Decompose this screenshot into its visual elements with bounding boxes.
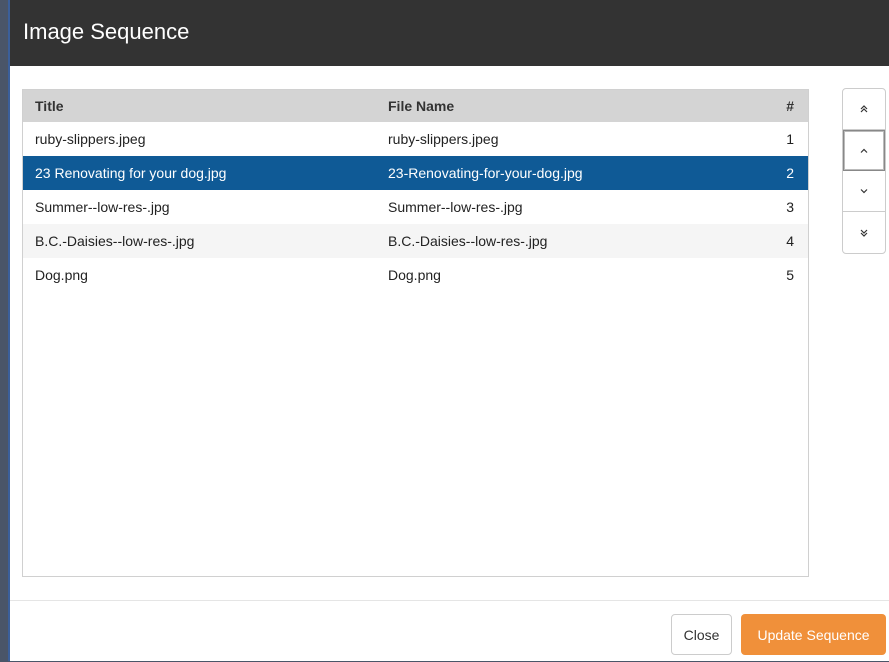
column-header-file-name[interactable]: File Name — [388, 90, 454, 122]
chevron-down-icon — [859, 186, 869, 196]
row-file-name: B.C.-Daisies--low-res-.jpg — [388, 233, 548, 249]
chevron-up-icon — [859, 146, 869, 156]
move-to-bottom-button[interactable] — [843, 212, 885, 253]
double-chevron-up-icon — [859, 104, 869, 114]
row-title: B.C.-Daisies--low-res-.jpg — [35, 233, 195, 249]
table-header: Title File Name # — [23, 90, 808, 122]
row-number: 1 — [786, 131, 794, 147]
column-header-title[interactable]: Title — [35, 90, 64, 122]
row-number: 2 — [786, 165, 794, 181]
table-row[interactable]: B.C.-Daisies--low-res-.jpg B.C.-Daisies-… — [23, 224, 808, 258]
row-number: 4 — [786, 233, 794, 249]
row-file-name: ruby-slippers.jpeg — [388, 131, 499, 147]
row-title: Dog.png — [35, 267, 88, 283]
row-number: 5 — [786, 267, 794, 283]
dialog-footer: Close Update Sequence — [10, 600, 889, 662]
double-chevron-down-icon — [859, 228, 869, 238]
move-down-button[interactable] — [843, 171, 885, 212]
dialog-titlebar: Image Sequence — [10, 0, 889, 66]
row-file-name: Dog.png — [388, 267, 441, 283]
update-sequence-button[interactable]: Update Sequence — [741, 614, 886, 655]
column-header-number[interactable]: # — [786, 90, 794, 122]
table-row[interactable]: Summer--low-res-.jpg Summer--low-res-.jp… — [23, 190, 808, 224]
row-file-name: 23-Renovating-for-your-dog.jpg — [388, 165, 583, 181]
image-table: Title File Name # ruby-slippers.jpeg rub… — [22, 89, 809, 577]
image-sequence-dialog: Image Sequence Title File Name # ruby-sl… — [8, 0, 889, 661]
row-title: 23 Renovating for your dog.jpg — [35, 165, 227, 181]
row-file-name: Summer--low-res-.jpg — [388, 199, 523, 215]
row-title: Summer--low-res-.jpg — [35, 199, 170, 215]
table-row-selected[interactable]: 23 Renovating for your dog.jpg 23-Renova… — [23, 156, 808, 190]
move-up-button[interactable] — [843, 130, 885, 171]
reorder-button-group — [842, 88, 886, 254]
row-number: 3 — [786, 199, 794, 215]
move-to-top-button[interactable] — [843, 89, 885, 130]
close-button[interactable]: Close — [671, 614, 732, 655]
row-title: ruby-slippers.jpeg — [35, 131, 146, 147]
dialog-title: Image Sequence — [23, 19, 190, 44]
table-row[interactable]: Dog.png Dog.png 5 — [23, 258, 808, 292]
table-row[interactable]: ruby-slippers.jpeg ruby-slippers.jpeg 1 — [23, 122, 808, 156]
